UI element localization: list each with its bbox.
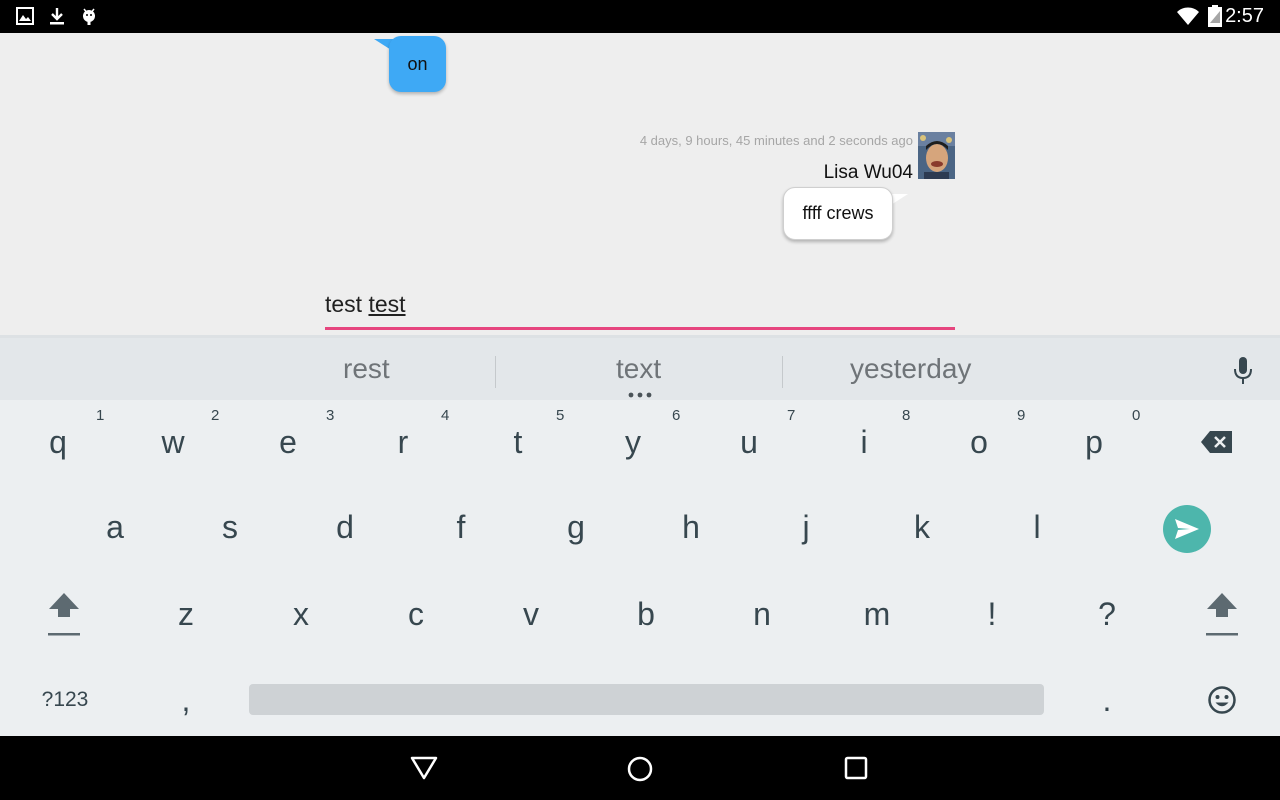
key-e[interactable]: e: [248, 407, 328, 477]
key-i[interactable]: i: [824, 407, 904, 477]
input-text: test: [325, 291, 369, 317]
shift-icon: [48, 593, 80, 636]
key-hint: 8: [902, 407, 911, 424]
send-button[interactable]: [1163, 505, 1211, 553]
more-suggestions-icon[interactable]: [628, 392, 654, 398]
key-u[interactable]: u: [709, 407, 789, 477]
home-icon[interactable]: [626, 755, 654, 783]
incoming-message-text: on: [407, 53, 428, 74]
suggestion-divider: [782, 356, 783, 388]
navigation-bar: [0, 736, 1280, 800]
key-t[interactable]: t: [478, 407, 558, 477]
key-question[interactable]: ?: [1067, 579, 1147, 649]
suggestion-2[interactable]: text: [616, 353, 661, 385]
key-p[interactable]: p: [1054, 407, 1134, 477]
key-hint: 0: [1132, 407, 1141, 424]
key-h[interactable]: h: [651, 492, 731, 562]
send-icon: [1175, 519, 1199, 539]
message-timestamp: 4 days, 9 hours, 45 minutes and 2 second…: [639, 133, 913, 148]
suggestion-strip: rest text yesterday: [0, 335, 1280, 400]
clock: 2:57: [1225, 5, 1264, 27]
shift-icon: [1206, 593, 1238, 636]
key-hint: 6: [672, 407, 681, 424]
avatar[interactable]: [918, 132, 955, 179]
key-hint: 1: [96, 407, 105, 424]
key-hint: 7: [787, 407, 796, 424]
emoji-icon: [1208, 686, 1236, 714]
image-icon: [16, 7, 34, 25]
recents-icon[interactable]: [844, 756, 868, 780]
emoji-key[interactable]: [1182, 665, 1262, 735]
key-v[interactable]: v: [491, 579, 571, 649]
key-o[interactable]: o: [939, 407, 1019, 477]
key-hint: 4: [441, 407, 450, 424]
comma-key[interactable]: ,: [146, 665, 226, 735]
key-g[interactable]: g: [536, 492, 616, 562]
backspace-key[interactable]: [1177, 407, 1257, 477]
key-k[interactable]: k: [882, 492, 962, 562]
key-n[interactable]: n: [722, 579, 802, 649]
key-z[interactable]: z: [146, 579, 226, 649]
back-icon[interactable]: [409, 755, 439, 781]
key-m[interactable]: m: [837, 579, 917, 649]
key-d[interactable]: d: [305, 492, 385, 562]
message-input[interactable]: test test: [325, 291, 955, 330]
sender-name: Lisa Wu04: [823, 162, 913, 183]
key-w[interactable]: w: [133, 407, 213, 477]
key-f[interactable]: f: [421, 492, 501, 562]
key-r[interactable]: r: [363, 407, 443, 477]
key-exclamation[interactable]: !: [952, 579, 1032, 649]
key-a[interactable]: a: [75, 492, 155, 562]
key-hint: 3: [326, 407, 335, 424]
outgoing-message-text: ffff crews: [802, 203, 874, 223]
key-hint: 2: [211, 407, 220, 424]
microphone-icon[interactable]: [1232, 356, 1254, 386]
key-b[interactable]: b: [606, 579, 686, 649]
avatar-image: [918, 132, 955, 179]
shift-key-right[interactable]: [1182, 578, 1262, 648]
incoming-message-bubble[interactable]: on: [389, 36, 446, 92]
soft-keyboard[interactable]: rest text yesterday q w e r t y u i o p …: [0, 335, 1280, 736]
status-bar: 2:57: [0, 0, 1280, 33]
key-c[interactable]: c: [376, 579, 456, 649]
input-composing-text: test: [368, 291, 406, 317]
space-bar[interactable]: [249, 684, 1044, 715]
key-q[interactable]: q: [18, 407, 98, 477]
shift-key-left[interactable]: [24, 578, 104, 648]
key-hint: 5: [556, 407, 565, 424]
symbols-key[interactable]: ?123: [25, 665, 105, 735]
suggestion-1[interactable]: rest: [343, 353, 390, 385]
battery-icon: [1208, 5, 1222, 27]
period-key[interactable]: .: [1067, 665, 1147, 735]
outgoing-message-bubble[interactable]: ffff crews: [783, 187, 893, 240]
key-y[interactable]: y: [593, 407, 673, 477]
suggestion-divider: [495, 356, 496, 388]
suggestion-3[interactable]: yesterday: [850, 353, 971, 385]
download-icon: [50, 8, 64, 25]
key-l[interactable]: l: [997, 492, 1077, 562]
key-x[interactable]: x: [261, 579, 341, 649]
android-icon: [83, 8, 95, 25]
chat-area[interactable]: on 4 days, 9 hours, 45 minutes and 2 sec…: [0, 33, 1280, 335]
key-hint: 9: [1017, 407, 1026, 424]
wifi-icon: [1177, 7, 1199, 25]
key-j[interactable]: j: [766, 492, 846, 562]
backspace-icon: [1201, 431, 1232, 453]
key-s[interactable]: s: [190, 492, 270, 562]
